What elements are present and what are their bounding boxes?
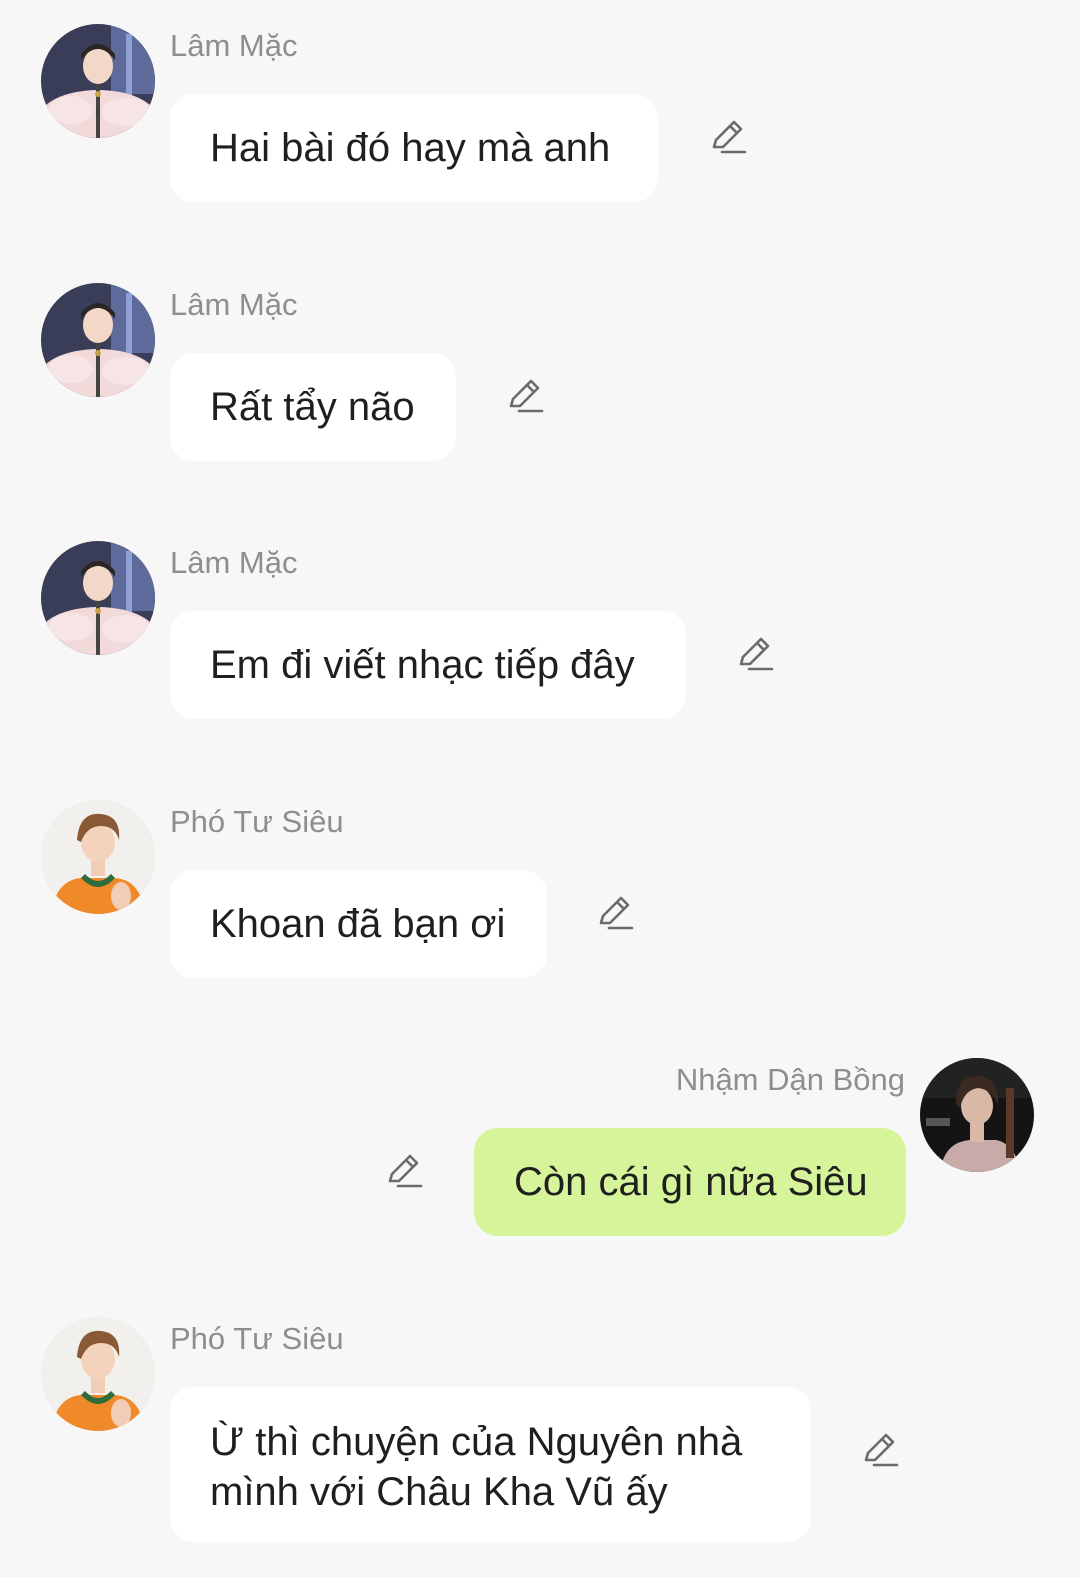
pencil-icon[interactable]: [734, 633, 776, 675]
sender-name: Phó Tư Siêu: [170, 804, 344, 839]
message-row: Phó Tư Siêu Khoan đã bạn ơi: [0, 800, 1080, 980]
avatar-lam-mac[interactable]: [41, 283, 155, 397]
avatar-lam-mac[interactable]: [41, 541, 155, 655]
sender-name: Lâm Mặc: [170, 287, 298, 322]
sender-name: Phó Tư Siêu: [170, 1321, 344, 1356]
message-row: Phó Tư Siêu Ừ thì chuyện của Nguyên nhà …: [0, 1317, 1080, 1557]
message-row: Nhậm Dận Bồng Còn cái gì nữa Siêu: [0, 1058, 1080, 1238]
message-bubble[interactable]: Ừ thì chuyện của Nguyên nhà mình với Châ…: [170, 1387, 811, 1542]
pencil-icon[interactable]: [504, 375, 546, 417]
avatar-nham-dan-bong[interactable]: [920, 1058, 1034, 1172]
message-bubble[interactable]: Em đi viết nhạc tiếp đây: [170, 611, 686, 719]
sender-name: Nhậm Dận Bồng: [675, 1062, 905, 1097]
pencil-icon[interactable]: [383, 1150, 425, 1192]
message-bubble[interactable]: Còn cái gì nữa Siêu: [474, 1128, 906, 1236]
message-bubble[interactable]: Khoan đã bạn ơi: [170, 870, 547, 978]
pencil-icon[interactable]: [594, 892, 636, 934]
message-row: Lâm Mặc Hai bài đó hay mà anh: [0, 24, 1080, 204]
message-row: Lâm Mặc Em đi viết nhạc tiếp đây: [0, 541, 1080, 721]
avatar-pho-tu-sieu[interactable]: [41, 800, 155, 914]
sender-name: Lâm Mặc: [170, 545, 298, 580]
avatar-pho-tu-sieu[interactable]: [41, 1317, 155, 1431]
sender-name: Lâm Mặc: [170, 28, 298, 63]
avatar-lam-mac[interactable]: [41, 24, 155, 138]
pencil-icon[interactable]: [859, 1429, 901, 1471]
message-row: Lâm Mặc Rất tẩy não: [0, 283, 1080, 463]
message-bubble[interactable]: Hai bài đó hay mà anh: [170, 94, 658, 202]
message-bubble[interactable]: Rất tẩy não: [170, 353, 456, 461]
pencil-icon[interactable]: [707, 116, 749, 158]
